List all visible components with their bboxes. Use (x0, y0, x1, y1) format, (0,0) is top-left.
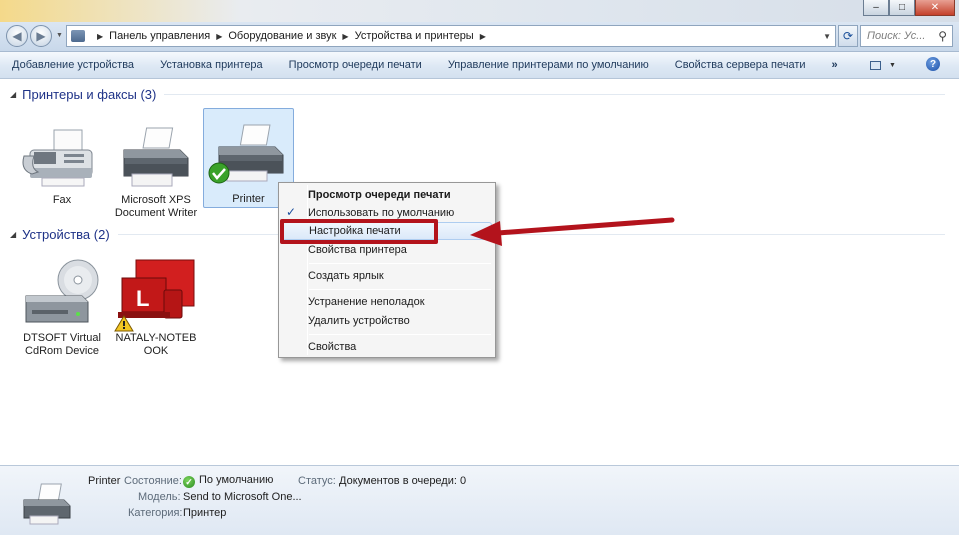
fax-icon (22, 129, 93, 187)
address-dropdown-icon[interactable]: ▼ (823, 32, 831, 41)
chevron-right-icon[interactable]: ▶ (216, 32, 222, 41)
history-dropdown-icon[interactable]: ▼ (56, 32, 63, 39)
address-bar[interactable]: ▶ Панель управления ▶ Оборудование и зву… (66, 25, 836, 47)
manage-default-printers-button[interactable]: Управление принтерами по умолчанию (448, 59, 649, 71)
back-arrow-icon: ◀ (12, 29, 22, 43)
group-title: Принтеры и факсы (3) (22, 87, 157, 102)
refresh-icon: ⟳ (842, 29, 854, 43)
divider (164, 94, 945, 95)
menu-separator (309, 263, 491, 264)
collapse-triangle-icon[interactable]: ◢ (10, 90, 16, 99)
warning-icon (114, 315, 134, 332)
chevron-right-icon[interactable]: ▶ (97, 32, 103, 41)
see-print-queue-button[interactable]: Просмотр очереди печати (289, 59, 422, 71)
more-commands-button[interactable]: » (832, 59, 838, 71)
chevron-right-icon[interactable]: ▶ (480, 32, 486, 41)
breadcrumb-control-panel[interactable]: Панель управления (109, 30, 210, 42)
add-printer-button[interactable]: Установка принтера (160, 59, 263, 71)
forward-button[interactable]: ▶ (30, 25, 52, 47)
window-titlebar: – □ ✕ (0, 0, 959, 22)
device-label: CdRom Device (25, 345, 99, 357)
device-fax[interactable]: Fax (18, 120, 106, 208)
refresh-button[interactable]: ⟳ (838, 25, 858, 47)
help-button[interactable]: ? (926, 57, 940, 71)
printer-icon (123, 127, 189, 187)
print-server-properties-button[interactable]: Свойства сервера печати (675, 59, 806, 71)
search-box[interactable]: ⚲ (860, 25, 953, 47)
group-title: Устройства (2) (22, 227, 110, 242)
cdrom-drive-icon (25, 259, 99, 323)
device-label: Document Writer (114, 207, 198, 219)
device-label: Microsoft XPS (121, 194, 191, 206)
control-panel-icon (71, 30, 85, 42)
collapse-triangle-icon[interactable]: ◢ (10, 230, 16, 239)
category-label: Категория: (128, 507, 183, 519)
divider (117, 234, 945, 235)
command-bar: Добавление устройства Установка принтера… (0, 52, 959, 79)
model-value: Send to Microsoft One... (183, 491, 302, 503)
breadcrumb-hardware-sound[interactable]: Оборудование и звук (228, 30, 336, 42)
device-label: Fax (52, 194, 72, 206)
breadcrumb: ▶ Панель управления ▶ Оборудование и зву… (91, 30, 492, 42)
status-label: Статус: (298, 475, 336, 487)
change-view-button[interactable]: ▼ (870, 58, 900, 73)
checkmark-icon: ✓ (286, 205, 297, 219)
forward-arrow-icon: ▶ (36, 29, 46, 43)
menu-item-create-shortcut[interactable]: Создать ярлык (308, 267, 384, 285)
menu-item-remove-device[interactable]: Удалить устройство (308, 312, 410, 330)
check-badge-icon: ✓ (183, 476, 195, 488)
search-input[interactable] (867, 30, 931, 42)
maximize-button[interactable]: □ (889, 0, 915, 16)
menu-separator (309, 289, 491, 290)
svg-text:L: L (136, 286, 149, 311)
chevron-right-icon[interactable]: ▶ (342, 32, 348, 41)
group-header-printers[interactable]: ◢ Принтеры и факсы (3) (10, 87, 945, 102)
address-row: ◀ ▶ ▼ ▶ Панель управления ▶ Оборудование… (0, 22, 959, 52)
device-computer[interactable]: L NATALY-NOTEB OOK (112, 258, 200, 358)
category-value: Принтер (183, 507, 227, 519)
menu-item-properties[interactable]: Свойства (308, 338, 356, 356)
view-icon (870, 61, 881, 70)
menu-separator (309, 334, 491, 335)
annotation-highlight-box (280, 219, 438, 244)
device-label: DTSOFT Virtual (23, 332, 101, 344)
chevron-down-icon: ▼ (889, 62, 896, 69)
computer-icon: L (114, 259, 195, 332)
state-label: Состояние: (124, 475, 182, 487)
details-pane: Printer Состояние: ✓ По умолчанию Статус:… (0, 465, 959, 535)
add-device-button[interactable]: Добавление устройства (12, 59, 134, 71)
state-text: По умолчанию (199, 474, 274, 486)
status-value: Документов в очереди: 0 (339, 475, 467, 487)
check-badge-icon (208, 162, 229, 184)
caption-buttons: – □ ✕ (863, 0, 955, 16)
device-label: NATALY-NOTEB (115, 332, 197, 344)
printer-icon (23, 483, 71, 525)
breadcrumb-devices-printers[interactable]: Устройства и принтеры (355, 30, 474, 42)
device-cdrom[interactable]: DTSOFT Virtual CdRom Device (18, 258, 106, 358)
menu-item-troubleshoot[interactable]: Устранение неполадок (308, 293, 425, 311)
state-value: ✓ По умолчанию (183, 474, 273, 488)
menu-item-see-queue[interactable]: Просмотр очереди печати (308, 186, 451, 204)
model-label: Модель: (138, 491, 181, 503)
minimize-button[interactable]: – (863, 0, 889, 16)
close-button[interactable]: ✕ (915, 0, 955, 16)
selected-device-name: Printer (88, 475, 121, 487)
search-icon[interactable]: ⚲ (938, 29, 947, 43)
back-button[interactable]: ◀ (6, 25, 28, 47)
help-icon: ? (929, 58, 937, 70)
device-label: OOK (143, 345, 169, 357)
device-xps-writer[interactable]: Microsoft XPS Document Writer (112, 120, 200, 220)
context-menu: Просмотр очереди печати ✓ Использовать п… (278, 182, 496, 358)
